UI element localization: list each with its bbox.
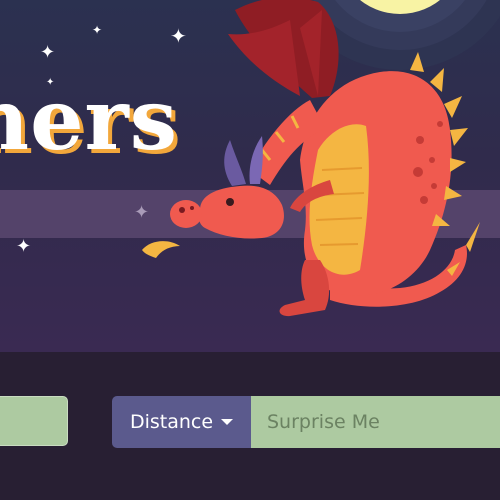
distance-dropdown-button[interactable]: Distance — [112, 396, 251, 448]
fire-breath — [142, 241, 180, 258]
page: ners ✦ ✦ ✦ ✦ ✦ ✦ — [0, 0, 500, 500]
surprise-me-input[interactable]: Surprise Me — [251, 396, 500, 448]
sparkle-icon: ✦ — [92, 23, 103, 37]
dragon-head — [198, 185, 284, 239]
sparkle-icon: ✦ — [40, 42, 56, 63]
distance-label: Distance — [129, 411, 214, 433]
search-controls: Distance Surprise Me — [0, 352, 500, 500]
hero-banner: ners ✦ ✦ ✦ ✦ ✦ ✦ — [0, 0, 500, 352]
caret-down-icon — [221, 419, 234, 425]
dragon-horns — [224, 140, 246, 186]
sparkle-icon: ✦ — [16, 236, 32, 257]
dragon-illustration — [142, 0, 480, 317]
distance-input-group: Distance Surprise Me — [112, 396, 500, 448]
surprise-me-placeholder: Surprise Me — [267, 411, 380, 433]
sparkle-icon: ✦ — [46, 77, 55, 88]
location-input[interactable] — [0, 396, 68, 446]
